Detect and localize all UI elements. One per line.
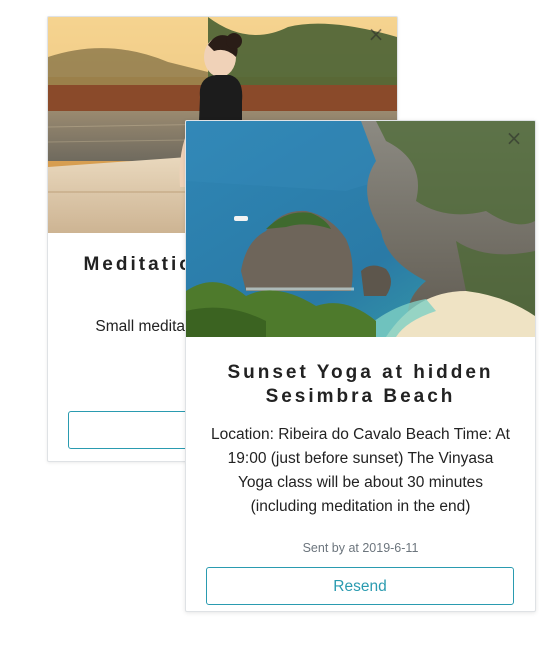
event-card-sunset-yoga: × Sunset Yoga at hidden Sesimbra Beach L… — [185, 120, 536, 612]
event-image-beach: × — [186, 121, 535, 337]
event-description: Location: Ribeira do Cavalo Beach Time: … — [211, 426, 510, 515]
event-title: Sunset Yoga at hidden Sesimbra Beach — [227, 362, 494, 407]
close-icon[interactable]: × — [503, 127, 525, 149]
resend-button[interactable]: Resend — [206, 567, 514, 605]
sent-info: Sent by at 2019-6-11 — [302, 541, 419, 555]
close-icon[interactable]: × — [365, 23, 387, 45]
card-body: Sunset Yoga at hidden Sesimbra Beach Loc… — [186, 337, 535, 605]
